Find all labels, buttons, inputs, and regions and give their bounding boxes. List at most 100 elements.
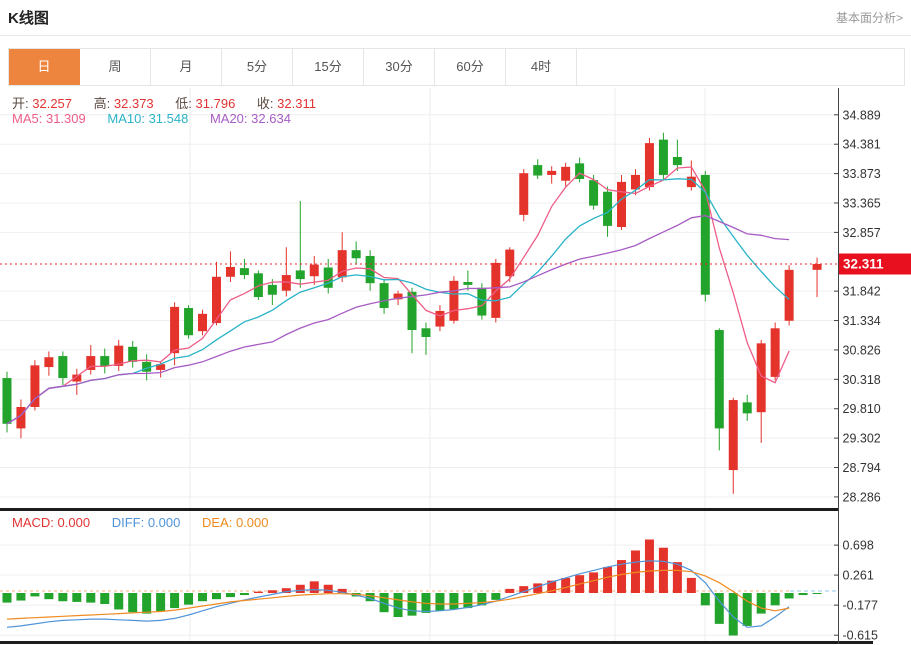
candle-body: [435, 311, 444, 327]
macd-bar: [128, 593, 137, 612]
candle-body: [421, 328, 430, 337]
y-axis-label: 28.286: [843, 490, 881, 504]
macd-bar: [296, 585, 305, 593]
ohlc-info-row: 开: 32.257 高: 32.373 低: 31.796 收: 32.311: [12, 93, 334, 112]
tab-period-60分[interactable]: 60分: [435, 49, 506, 85]
candle-body: [184, 308, 193, 335]
tab-period-15分[interactable]: 15分: [293, 49, 364, 85]
gridlines: [0, 88, 838, 641]
macd-bar: [771, 593, 780, 605]
ma5-readout: MA5: 31.309: [12, 111, 86, 126]
y-axis-label: 34.381: [843, 138, 881, 152]
candle-body: [380, 283, 389, 308]
macd-bar: [701, 593, 710, 605]
chart-area: 34.88934.38133.87333.36532.85731.84231.3…: [0, 88, 911, 645]
candle-body: [533, 165, 542, 175]
close-label: 收:: [257, 96, 274, 111]
y-axis-label: 29.810: [843, 402, 881, 416]
candle-body: [771, 328, 780, 377]
panel-separator: [0, 508, 838, 511]
macd-bar: [86, 593, 95, 603]
macd-bar: [198, 593, 207, 601]
tab-period-日[interactable]: 日: [9, 49, 80, 85]
tab-period-4时[interactable]: 4时: [506, 49, 577, 85]
candle-body: [729, 400, 738, 470]
ma10-label: MA10:: [107, 111, 145, 126]
candle-body: [2, 378, 11, 424]
tab-period-周[interactable]: 周: [80, 49, 151, 85]
candle-body: [128, 347, 137, 362]
ma5-value: 31.309: [46, 111, 86, 126]
kline-chart-canvas[interactable]: 34.88934.38133.87333.36532.85731.84231.3…: [0, 88, 911, 645]
candle-body: [30, 365, 39, 407]
page-header: K线图 基本面分析>: [0, 0, 911, 36]
macd-bar: [785, 593, 794, 598]
y-axis-label: 30.318: [843, 373, 881, 387]
macd-label: MACD:: [12, 515, 54, 530]
candle-body: [715, 330, 724, 428]
ma5-label: MA5:: [12, 111, 42, 126]
macd-bar: [240, 593, 249, 595]
macd-bar: [30, 593, 39, 596]
tab-period-5分[interactable]: 5分: [222, 49, 293, 85]
candle-body: [170, 307, 179, 353]
macd-bar: [184, 593, 193, 605]
diff-value: 0.000: [148, 515, 181, 530]
candle-body: [617, 182, 626, 227]
diff-readout: DIFF: 0.000: [112, 515, 181, 530]
macd-bar: [505, 589, 514, 593]
macd-bar: [170, 593, 179, 608]
macd-bar: [212, 593, 221, 599]
open-label: 开:: [12, 96, 29, 111]
page-title: K线图: [8, 7, 49, 28]
macd-bar: [603, 567, 612, 593]
macd-bar: [100, 593, 109, 604]
macd-bar: [463, 593, 472, 608]
candle-body: [659, 140, 668, 175]
high-label: 高:: [94, 96, 111, 111]
ma10-readout: MA10: 31.548: [107, 111, 188, 126]
candle-body: [44, 357, 53, 367]
macd-readout: MACD: 0.000: [12, 515, 90, 530]
macd-bar: [16, 593, 25, 601]
macd-bar: [254, 592, 263, 593]
macd-bar: [799, 593, 808, 595]
tab-period-月[interactable]: 月: [151, 49, 222, 85]
ma10-value: 31.548: [149, 111, 189, 126]
y-axis-label: 0.261: [843, 569, 874, 583]
period-tabs: 日周月5分15分30分60分4时: [8, 48, 905, 86]
candle-body: [268, 285, 277, 295]
macd-bar: [813, 593, 822, 594]
macd-bar: [2, 593, 11, 603]
y-axis-label: 31.334: [843, 314, 881, 328]
y-axis-label: 0.698: [843, 539, 874, 553]
low-value: 31.796: [196, 96, 236, 111]
candle-body: [198, 314, 207, 331]
tab-period-30分[interactable]: 30分: [364, 49, 435, 85]
candle-body: [58, 356, 67, 378]
macd-histogram: [2, 539, 821, 635]
y-axis-label: 30.826: [843, 343, 881, 357]
candle-body: [813, 264, 822, 270]
macd-bar: [268, 590, 277, 593]
candle-body: [352, 250, 361, 258]
open-value: 32.257: [32, 96, 72, 111]
macd-bar: [58, 593, 67, 601]
y-axis-label: 33.873: [843, 167, 881, 181]
current-price-label: 32.311: [843, 257, 884, 272]
y-axis-label: 32.857: [843, 226, 881, 240]
macd-bar: [743, 593, 752, 626]
macd-bar: [408, 593, 417, 616]
candle-body: [561, 167, 570, 181]
ma20-value: 32.634: [251, 111, 291, 126]
ma20-line: [7, 216, 789, 424]
ma-info-row: MA5: 31.309 MA10: 31.548 MA20: 32.634: [12, 111, 309, 126]
fundamental-analysis-link[interactable]: 基本面分析>: [836, 9, 903, 26]
macd-bar: [114, 593, 123, 609]
candle-body: [240, 268, 249, 275]
macd-bar: [561, 578, 570, 593]
candle-body: [463, 282, 472, 285]
candle-body: [743, 402, 752, 413]
dea-readout: DEA: 0.000: [202, 515, 269, 530]
low-label: 低:: [175, 96, 192, 111]
